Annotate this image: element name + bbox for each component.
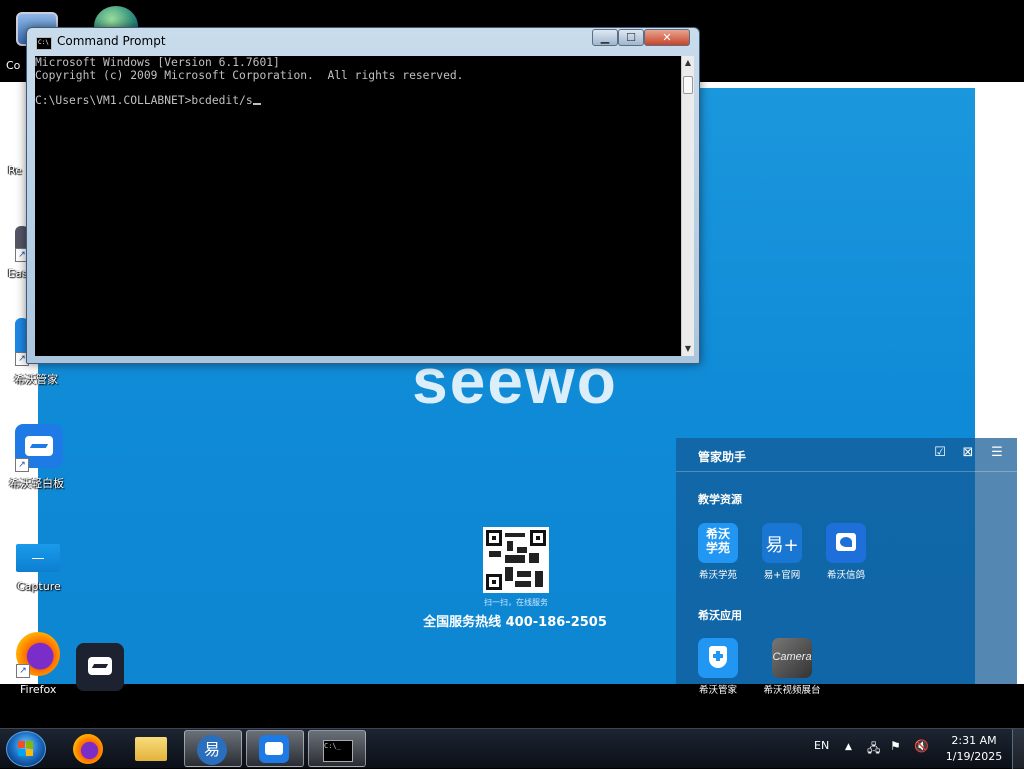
network-icon[interactable]: 🖧	[867, 739, 880, 760]
desktop-icon-label: Re	[8, 164, 22, 177]
taskbar-explorer[interactable]	[122, 730, 180, 767]
scroll-down-icon[interactable]: ▼	[682, 342, 694, 356]
seewo-whiteboard-icon	[259, 735, 289, 763]
seewo-pigeon-icon	[826, 523, 866, 563]
maximize-button[interactable]: ☐	[618, 29, 644, 46]
desktop-icon-seewo-whiteboard[interactable]: ↗ 希沃轻白板	[6, 422, 72, 492]
minimize-button[interactable]: ▁	[592, 29, 618, 46]
app-seewo-manager[interactable]: 希沃管家	[685, 638, 751, 696]
command-prompt-window[interactable]: C:\ Command Prompt ▁ ☐ ✕ Microsoft Windo…	[26, 27, 700, 364]
cmd-icon: C:\_	[323, 740, 353, 762]
panel-divider	[676, 471, 1017, 472]
show-hidden-icons-icon[interactable]: ▲	[845, 742, 852, 752]
volume-muted-icon[interactable]: 🔇	[914, 739, 929, 753]
desktop-icon-label: Capture	[17, 580, 61, 593]
scroll-thumb[interactable]	[683, 76, 693, 94]
camera-glyph: Camera	[772, 651, 812, 663]
app-seewo-pigeon[interactable]: 希沃信鸽	[813, 523, 879, 581]
desktop-bottom-area	[0, 684, 1024, 728]
desktop-icon-label: Co	[6, 59, 21, 72]
app-label: 希沃管家	[698, 685, 737, 696]
app-label: 希沃学苑	[698, 570, 737, 581]
text-cursor	[252, 102, 261, 105]
app-label: 易+官网	[763, 570, 801, 581]
taskbar-cmd[interactable]: C:\_	[308, 730, 366, 767]
service-hotline: 全国服务热线 400-186-2505	[423, 615, 607, 630]
camera-icon: Camera	[772, 638, 812, 678]
qr-code	[483, 527, 549, 593]
check-icon[interactable]: ⊠	[961, 446, 975, 460]
windows-start-icon	[18, 741, 34, 757]
yi-plus-icon: 易+	[762, 523, 802, 563]
app-seewo-video-booth[interactable]: Camera 希沃视频展台	[759, 638, 825, 696]
edit-icon[interactable]: ☑	[933, 446, 947, 460]
window-title: Command Prompt	[57, 34, 166, 48]
yi-icon: 易	[197, 735, 227, 765]
menu-icon[interactable]: ☰	[990, 446, 1004, 460]
section-title-teaching: 教学资源	[698, 493, 742, 506]
start-button[interactable]	[6, 731, 46, 767]
clock-date: 1/19/2025	[945, 750, 1003, 763]
yi-plus-glyph: 易+	[765, 535, 799, 556]
minimize-icon: ▁	[600, 31, 610, 44]
desktop-icon-firefox[interactable]: ↗ Firefox	[6, 630, 72, 700]
floating-whiteboard-icon[interactable]	[76, 643, 124, 691]
folder-icon	[135, 737, 167, 761]
app-seewo-academy[interactable]: 希沃 学苑 希沃学苑	[685, 523, 751, 581]
console-line: Microsoft Windows [Version 6.1.7601]	[35, 56, 280, 69]
taskbar-firefox[interactable]	[60, 730, 118, 767]
console-prompt-line: C:\Users\VM1.COLLABNET>bcdedit/s	[35, 93, 253, 107]
section-title-apps: 希沃应用	[698, 609, 742, 622]
app-label: 希沃视频展台	[763, 685, 821, 696]
taskbar: 易 C:\_ EN ▲ 🖧 ⚑ 🔇 2:31 AM 1/19/2025	[0, 728, 1024, 769]
vertical-scrollbar[interactable]: ▲ ▼	[681, 56, 694, 356]
console-line: Copyright (c) 2009 Microsoft Corporation…	[35, 68, 464, 82]
desktop-icon-label: 希沃管家	[14, 373, 58, 386]
desktop-icon-label: Firefox	[20, 683, 57, 696]
close-icon: ✕	[662, 31, 672, 44]
assistant-panel: 管家助手 ☑ ⊠ ☰ 教学资源 希沃 学苑 希沃学苑 易+ 易+官网 希沃信鸽 希…	[676, 438, 1017, 696]
desktop-icon-capture[interactable]: Capture	[6, 540, 72, 600]
capture-icon	[16, 544, 60, 572]
show-desktop-button[interactable]	[1012, 729, 1024, 769]
clock[interactable]: 2:31 AM 1/19/2025	[940, 733, 1008, 765]
panel-title: 管家助手	[698, 450, 747, 464]
firefox-icon	[73, 734, 103, 764]
app-yi-plus[interactable]: 易+ 易+官网	[749, 523, 815, 581]
desktop-icon-label: 希沃轻白板	[9, 477, 64, 490]
clock-time: 2:31 AM	[951, 734, 997, 747]
seewo-academy-icon: 希沃 学苑	[698, 523, 738, 563]
language-indicator[interactable]: EN	[814, 739, 829, 752]
close-button[interactable]: ✕	[644, 29, 690, 46]
cmd-icon: C:\	[36, 37, 52, 50]
qr-caption: 扫一扫，在线服务	[484, 598, 548, 607]
console-output[interactable]: Microsoft Windows [Version 6.1.7601] Cop…	[35, 56, 681, 356]
scroll-up-icon[interactable]: ▲	[682, 56, 694, 70]
app-label: 希沃信鸽	[826, 570, 865, 581]
action-center-flag-icon[interactable]: ⚑	[890, 739, 901, 753]
maximize-icon: ☐	[626, 31, 636, 44]
desktop-icon-label: Eas	[8, 267, 28, 280]
taskbar-whiteboard[interactable]	[246, 730, 304, 767]
taskbar-yi[interactable]: 易	[184, 730, 242, 767]
shield-icon	[698, 638, 738, 678]
